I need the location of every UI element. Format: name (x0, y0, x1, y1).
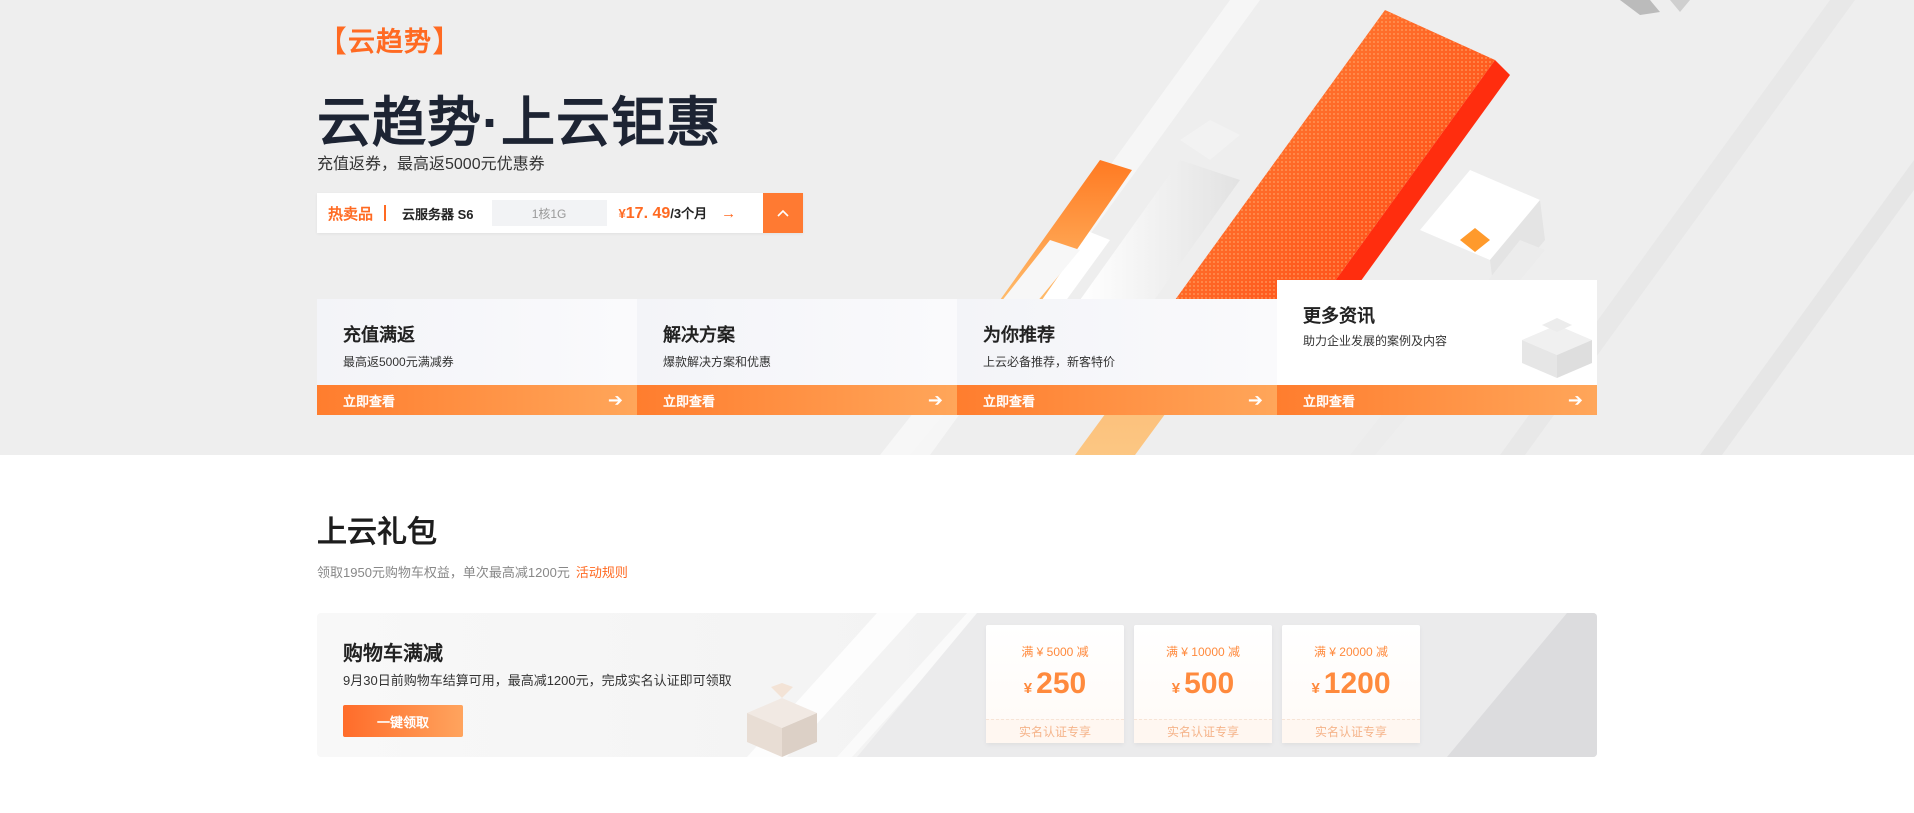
divider (384, 205, 387, 221)
promo-card-recommend[interactable]: 为你推荐 上云必备推荐，新客特价 立即查看 ➔ (957, 299, 1277, 415)
coupon-amount-value: 500 (1184, 667, 1235, 700)
card-title: 充值满返 (343, 325, 415, 345)
bracket-left-icon: 【 (317, 26, 348, 59)
arrow-right-icon: ➔ (607, 390, 623, 410)
card-desc: 助力企业发展的案例及内容 (1303, 334, 1448, 348)
card-desc: 上云必备推荐，新客特价 (983, 355, 1116, 369)
yen-symbol: ¥ (1023, 680, 1033, 697)
button-label: 立即查看 (983, 393, 1036, 409)
hot-product-price: ¥17. 49/3个月 (619, 203, 708, 223)
price-symbol: ¥ (618, 206, 626, 221)
coupon-amount: ¥250 (986, 667, 1124, 701)
hot-product-bar[interactable]: 热卖品 云服务器 S6 1核1G ¥17. 49/3个月 → (317, 193, 803, 233)
arrow-right-icon: ➔ (927, 390, 943, 410)
arrow-right-icon: ➔ (1567, 390, 1583, 410)
section-subtitle-text: 领取1950元购物车权益，单次最高减1200元 (317, 565, 570, 580)
card-title: 为你推荐 (983, 325, 1055, 345)
promo-card-recharge[interactable]: 充值满返 最高返5000元满减券 立即查看 ➔ (317, 299, 637, 415)
coupon-amount-value: 250 (1036, 667, 1087, 700)
coupon-condition: 满 ¥ 5000 减 (1021, 645, 1089, 659)
hot-product-name[interactable]: 云服务器 S6 (402, 204, 474, 223)
panel-desc: 9月30日前购物车结算可用，最高减1200元，完成实名认证即可领取 (343, 673, 732, 688)
view-now-button[interactable]: 立即查看 ➔ (317, 385, 637, 415)
panel-title: 购物车满减 (343, 643, 443, 665)
coupon-amount-value: 1200 (1323, 667, 1391, 700)
hero-content: 【 云趋势 】 云趋势·上云钜惠 充值返券，最高返5000元优惠券 热卖品 云服… (317, 0, 1597, 455)
button-label: 立即查看 (343, 393, 396, 409)
coupon-card[interactable]: 满 ¥ 5000 减 ¥250 实名认证专享 (986, 625, 1124, 743)
coupon-amount: ¥500 (1134, 667, 1272, 701)
hero-subtitle: 充值返券，最高返5000元优惠券 (317, 156, 545, 173)
gift-section: 上云礼包 领取1950元购物车权益，单次最高减1200元 活动规则 购物车满减 9… (317, 455, 1597, 813)
view-now-button[interactable]: 立即查看 ➔ (957, 385, 1277, 415)
view-now-button[interactable]: 立即查看 ➔ (637, 385, 957, 415)
button-label: 立即查看 (1303, 393, 1356, 409)
yen-symbol: ¥ (1311, 680, 1320, 697)
promo-cards: 充值满返 最高返5000元满减券 立即查看 ➔ 解决方案 爆款解决方案和优惠 立… (317, 280, 1597, 415)
claim-all-button[interactable]: 一键领取 (343, 705, 463, 737)
expand-toggle-button[interactable] (763, 193, 803, 233)
arrow-right-icon: ➔ (1247, 390, 1263, 410)
promo-card-news[interactable]: 更多资讯 助力企业发展的案例及内容 立即查看 ➔ (1277, 280, 1597, 415)
price-unit: /3个月 (670, 206, 708, 221)
card-title: 解决方案 (663, 325, 735, 345)
activity-rules-link[interactable]: 活动规则 (576, 565, 628, 580)
view-now-button[interactable]: 立即查看 ➔ (1277, 385, 1597, 415)
hero-title: 云趋势·上云钜惠 (317, 93, 721, 153)
brand-tag: 【 云趋势 】 (317, 22, 463, 59)
card-desc: 爆款解决方案和优惠 (663, 355, 772, 369)
bracket-right-icon: 】 (432, 26, 463, 59)
hot-product-spec[interactable]: 1核1G (491, 200, 607, 226)
promo-card-solutions[interactable]: 解决方案 爆款解决方案和优惠 立即查看 ➔ (637, 299, 957, 415)
coupon-card[interactable]: 满 ¥ 10000 减 ¥500 实名认证专享 (1134, 625, 1272, 743)
section-subtitle: 领取1950元购物车权益，单次最高减1200元 活动规则 (317, 562, 628, 581)
section-title: 上云礼包 (317, 516, 437, 549)
yen-symbol: ¥ (1171, 680, 1181, 697)
coupon-footer: 实名认证专享 (1282, 719, 1420, 743)
coupon-footer: 实名认证专享 (986, 719, 1124, 743)
building-blocks-icon (1522, 318, 1592, 378)
chevron-up-icon (777, 209, 789, 217)
price-value: 17. 49 (625, 205, 671, 222)
arrow-right-icon[interactable]: → (721, 205, 736, 222)
card-desc: 最高返5000元满减券 (343, 355, 454, 369)
coupon-footer: 实名认证专享 (1134, 719, 1272, 743)
card-title: 更多资讯 (1303, 306, 1375, 326)
button-label: 立即查看 (663, 393, 716, 409)
hot-label: 热卖品 (328, 205, 374, 223)
coupon-condition: 满 ¥ 10000 减 (1165, 645, 1241, 659)
coupon-condition: 满 ¥ 20000 减 (1313, 645, 1389, 659)
brand-tag-text: 云趋势 (348, 26, 432, 57)
hero-banner: 【 云趋势 】 云趋势·上云钜惠 充值返券，最高返5000元优惠券 热卖品 云服… (0, 0, 1914, 455)
coupon-amount: ¥1200 (1282, 667, 1420, 701)
coupon-card[interactable]: 满 ¥ 20000 减 ¥1200 实名认证专享 (1282, 625, 1420, 743)
cart-discount-panel: 购物车满减 9月30日前购物车结算可用，最高减1200元，完成实名认证即可领取 … (317, 613, 1597, 757)
